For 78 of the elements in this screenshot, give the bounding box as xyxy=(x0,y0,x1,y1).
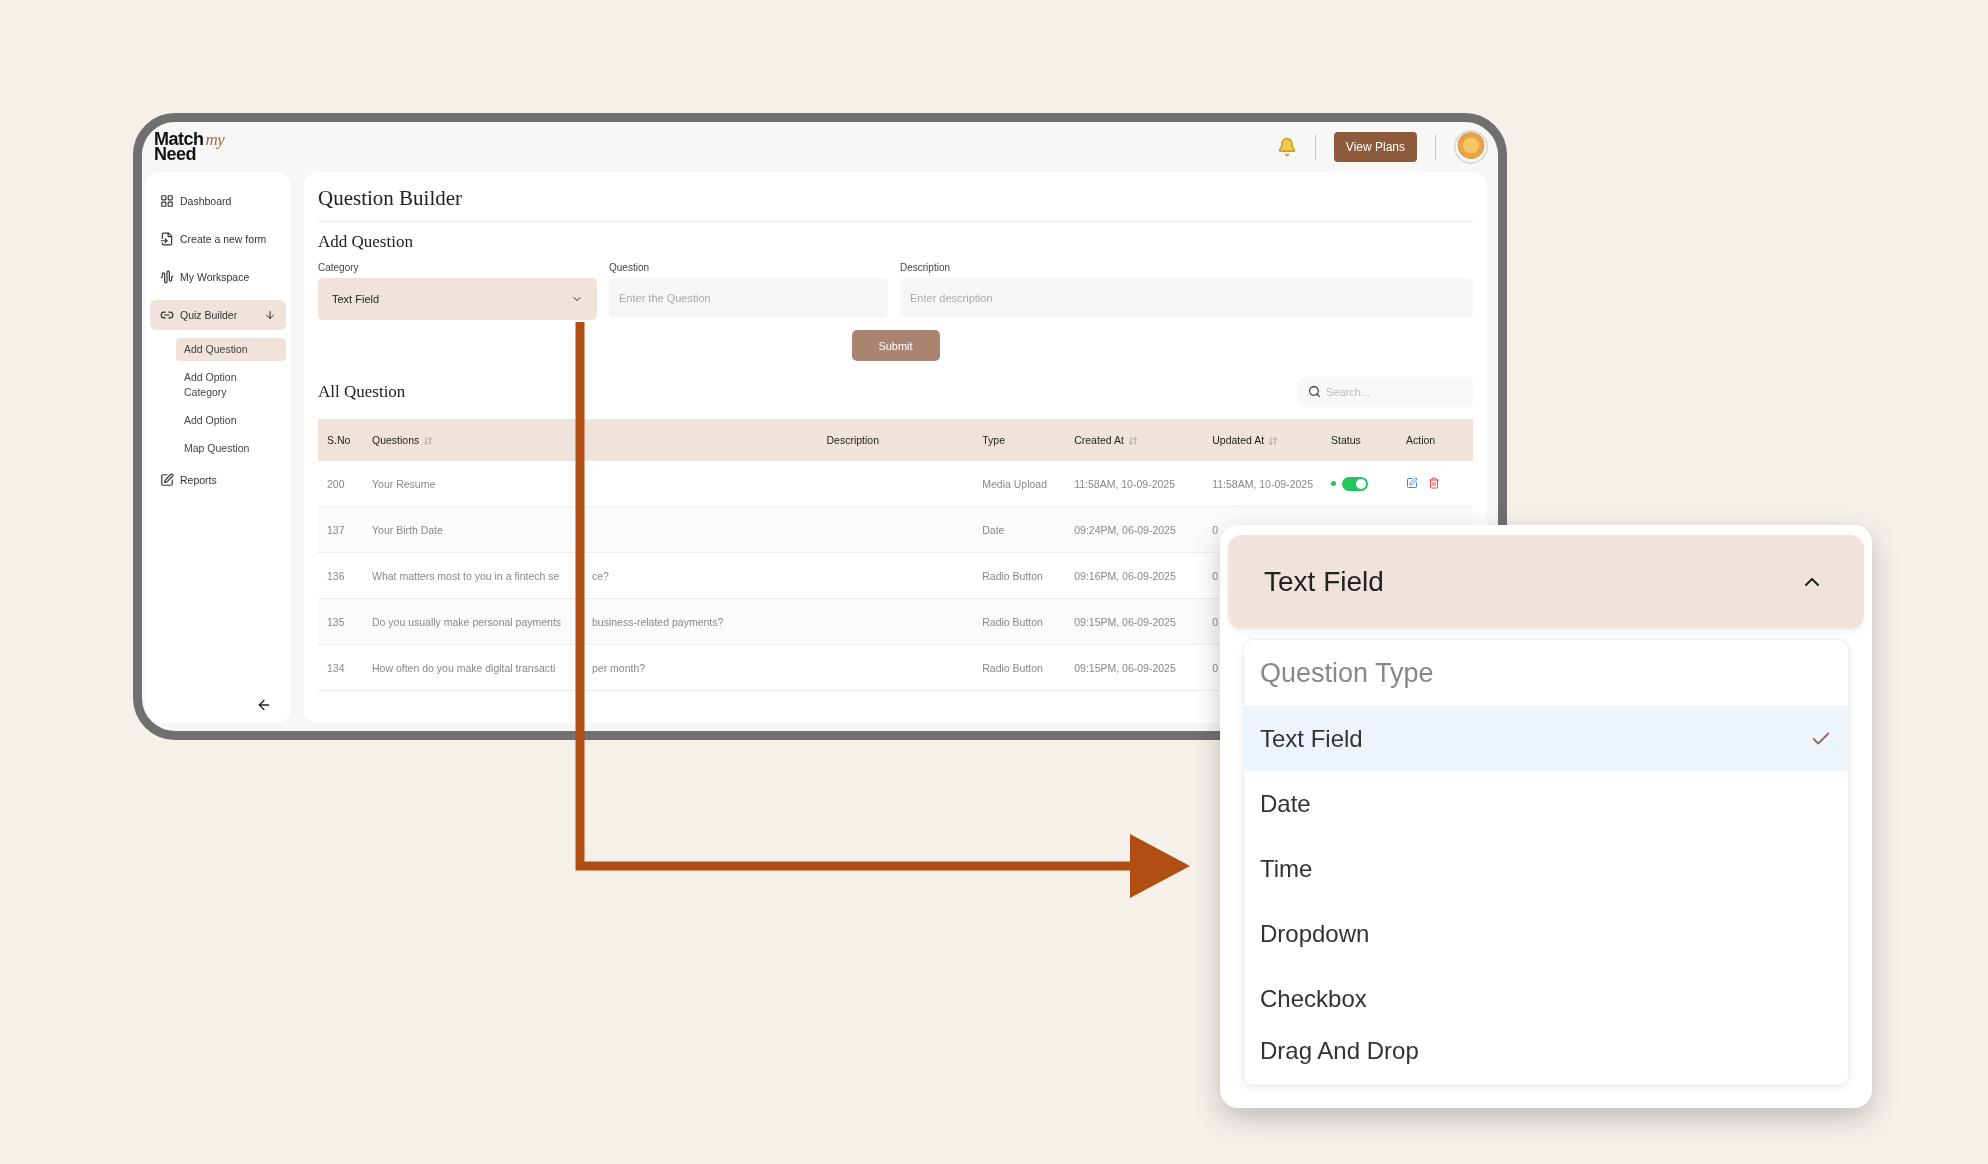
field-label: Description xyxy=(900,262,952,273)
section-title: Add Question xyxy=(318,232,414,252)
dropdown-option[interactable]: Checkbox xyxy=(1244,966,1848,1031)
table-cell: Your Resume xyxy=(372,477,436,490)
table-cell: 09:15PM, 06-09-2025 xyxy=(1065,644,1204,691)
submenu-item[interactable]: Add Option Category xyxy=(176,366,286,404)
submenu-item[interactable]: Map Question xyxy=(176,437,286,460)
column-header: Description xyxy=(732,419,974,461)
search-field[interactable]: Search... xyxy=(1298,377,1473,407)
dropdown-option[interactable]: Text Field xyxy=(1244,706,1848,771)
sidebar-item[interactable]: My Workspace xyxy=(150,262,286,292)
search-icon xyxy=(1308,385,1321,398)
input-field[interactable]: Enter description xyxy=(900,278,1473,318)
column-header[interactable]: Created At xyxy=(1065,419,1204,461)
table-cell: 09:16PM, 06-09-2025 xyxy=(1065,552,1204,599)
sidebar-item[interactable]: Dashboard xyxy=(150,186,286,216)
dropdown-option[interactable]: Date xyxy=(1244,771,1848,836)
table-cell: business-related payments? xyxy=(592,615,724,628)
collapse-arrow-icon[interactable] xyxy=(256,697,272,713)
table-cell: 11:58AM, 10-09-2025 xyxy=(1065,461,1204,507)
table-cell: per month? xyxy=(592,661,646,674)
sidebar-item[interactable]: Reports xyxy=(150,465,286,495)
column-header: Type xyxy=(973,419,1066,461)
table-cell: 09:15PM, 06-09-2025 xyxy=(1065,598,1204,645)
table-cell: Radio Button xyxy=(973,644,1066,691)
category-select[interactable]: Text Field xyxy=(318,278,597,320)
table-cell-text: How often do you make digital transacti xyxy=(372,661,557,674)
delete-icon[interactable] xyxy=(1428,476,1440,489)
table-cell: 134 xyxy=(318,644,363,691)
column-header: Action xyxy=(1397,419,1473,461)
table-cell: 137 xyxy=(318,506,363,553)
logo: Matchmy Need xyxy=(154,132,225,162)
dropdown-header: Question Type xyxy=(1259,656,1435,690)
table-cell: 0 xyxy=(1212,569,1219,582)
table-cell: 200 xyxy=(318,461,363,507)
table-cell: Date xyxy=(973,506,1066,553)
sidebar-item-icon xyxy=(160,194,174,208)
sidebar-item-icon xyxy=(160,473,174,487)
table-cell: 0 xyxy=(1212,661,1219,674)
table-cell: 0 xyxy=(1212,615,1219,628)
table-cell-text: What matters most to you in a fintech se xyxy=(372,569,561,582)
dropdown-option[interactable]: Time xyxy=(1244,836,1848,901)
table-cell-text: Do you usually make personal payments xyxy=(372,615,563,628)
sidebar-item-icon xyxy=(160,270,174,284)
column-header[interactable]: Questions xyxy=(363,419,733,461)
table-cell: 135 xyxy=(318,598,363,645)
table-cell: Media Upload xyxy=(973,461,1066,507)
table-cell: 09:24PM, 06-09-2025 xyxy=(1065,506,1204,553)
field-label: Question xyxy=(609,262,651,273)
view-plans-button[interactable]: View Plans xyxy=(1333,132,1417,162)
bell-icon[interactable] xyxy=(1276,137,1297,157)
column-header: Status xyxy=(1322,419,1397,461)
edit-icon[interactable] xyxy=(1406,476,1418,489)
sidebar-item-icon xyxy=(160,308,174,322)
dropdown-option[interactable]: Dropdown xyxy=(1244,901,1848,966)
field-label: Category xyxy=(318,262,360,273)
page-title: Question Builder xyxy=(318,186,1473,222)
column-header: S.No xyxy=(318,419,363,461)
table-cell: Radio Button xyxy=(973,552,1066,599)
column-header[interactable]: Updated At xyxy=(1203,419,1322,461)
input-field[interactable]: Enter the Question xyxy=(609,278,888,318)
sidebar-item[interactable]: Create a new form xyxy=(150,224,286,254)
table-cell: ce? xyxy=(592,569,609,582)
table-cell: 0 xyxy=(1212,523,1219,536)
dropdown-option[interactable]: Drag And Drop xyxy=(1244,1031,1848,1071)
submenu-item[interactable]: Add Option xyxy=(176,409,286,432)
section-title: All Question xyxy=(318,382,406,402)
table-cell: Your Birth Date xyxy=(372,523,443,536)
avatar[interactable] xyxy=(1454,130,1488,164)
table-cell: Radio Button xyxy=(973,598,1066,645)
table-cell: 11:58AM, 10-09-2025 xyxy=(1212,477,1313,490)
category-select[interactable]: Text Field xyxy=(1228,535,1864,629)
sidebar-item-icon xyxy=(160,232,174,246)
arrow-down-icon xyxy=(264,309,276,321)
sidebar-item[interactable]: Quiz Builder xyxy=(150,300,286,330)
submenu-item[interactable]: Add Question xyxy=(176,338,286,361)
table-cell: 136 xyxy=(318,552,363,599)
status-toggle[interactable] xyxy=(1342,476,1368,491)
